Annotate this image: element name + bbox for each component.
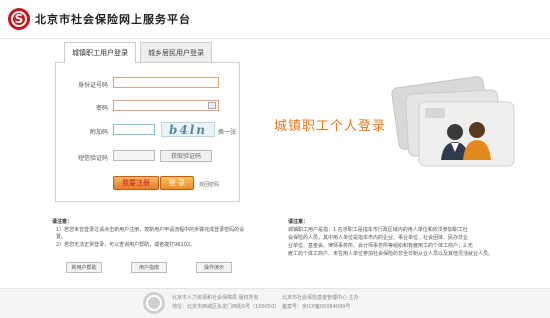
banner-title: 城镇职工个人登录 <box>274 119 387 134</box>
new-user-help-button[interactable]: 新用户帮助 <box>66 262 102 273</box>
notice-right-heading: 请注意： <box>288 219 309 225</box>
keyboard-icon[interactable] <box>208 102 216 109</box>
user-guide-button[interactable]: 用户指南 <box>131 262 167 273</box>
tab-rural-resident-login[interactable]: 城乡居民用户登录 <box>140 42 212 62</box>
refresh-captcha-link[interactable]: 换一张 <box>218 127 236 136</box>
notice-right-line-1: 城镇职工用户是指：1.在京职工是指本市行政区域内的用人单位和依法参加职工社 <box>288 227 468 233</box>
notice-right-line-2: 会保险的人员，其中用人单位是指本市内的企业、事业单位、社会团体、民办非企 <box>288 235 469 241</box>
password-label: 密码 <box>95 105 108 112</box>
notice-right-line-3: 业单位、基金会、律师事务所、会计师事务所等组织和有雇用工的个体工商户；2.无 <box>288 243 473 249</box>
register-button[interactable]: 我要注册 <box>113 176 159 190</box>
captcha-image[interactable]: b4ln <box>161 122 215 137</box>
footer-copyright: 北京市人力资源和社会保障局 版权所有 <box>172 295 259 301</box>
sms-code-label: 短信验证码 <box>77 155 108 162</box>
id-number-label: 身份证号码 <box>77 82 108 89</box>
notice-left-line-1: 1）若您未曾登录过请点击新用户注册，按新用户申请流程中的步骤完成登录密码的设置。 <box>56 227 245 240</box>
footer-icp: 备案号：京ICP备05064099号 <box>282 304 351 310</box>
notice-right-line-4: 雇工的个体工商户、未在用人单位参加社会保险的非全日制从业人员以及其他灵活就业人员… <box>288 251 494 257</box>
id-number-input[interactable] <box>113 77 219 88</box>
demo-button[interactable]: 操作演示 <box>196 262 232 273</box>
footer-logo-icon <box>143 292 165 314</box>
tab-urban-worker-login[interactable]: 城镇职工用户登录 <box>64 42 136 63</box>
notice-left-heading: 请注意： <box>52 219 73 225</box>
password-input[interactable] <box>113 100 219 111</box>
social-security-logo: S <box>8 8 30 30</box>
captcha-label: 附加码 <box>89 129 108 136</box>
notice-left-line-2: 2）若您无法正常登录，可以查询用户帮助，或者拨打96102。 <box>56 242 196 248</box>
login-button[interactable]: 登 录 <box>160 176 194 190</box>
footer-address: 地址：北京市西城区永定门西街5号（100050） <box>172 304 280 310</box>
get-sms-code-button[interactable]: 获取验证码 <box>160 150 212 162</box>
sms-code-input[interactable] <box>113 150 155 161</box>
captcha-input[interactable] <box>113 124 155 135</box>
id-cards-illustration <box>385 72 535 182</box>
forgot-password-link[interactable]: 找回密码 <box>199 181 219 188</box>
footer-sponsor: 北京市社会保险基金管理中心 主办 <box>282 295 359 301</box>
site-title: 北京市社会保险网上服务平台 <box>35 13 191 26</box>
